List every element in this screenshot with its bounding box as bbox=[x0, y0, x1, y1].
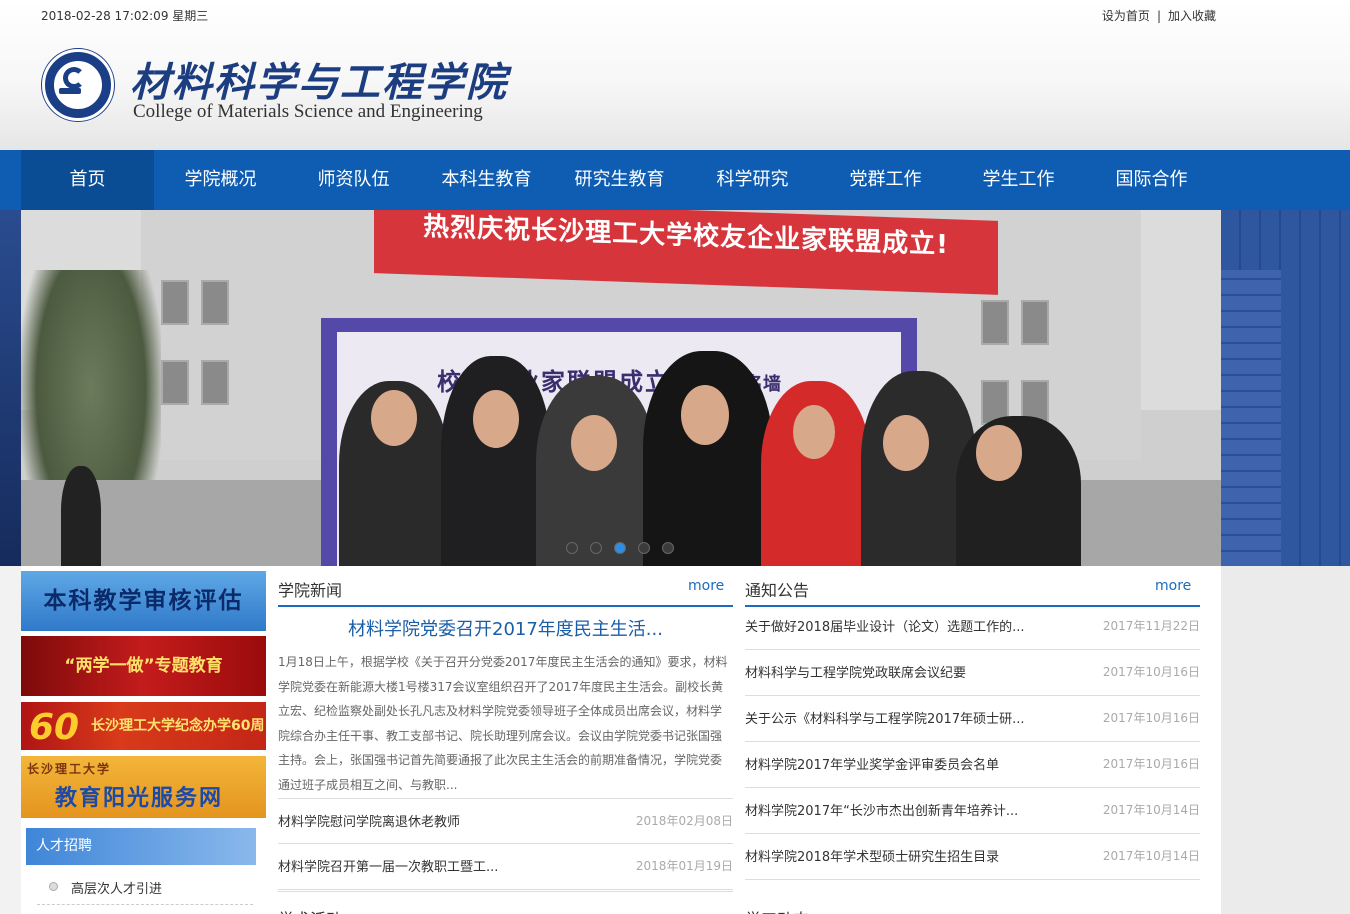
talent-recruitment-heading[interactable]: 人才招聘 bbox=[26, 828, 256, 865]
notice-item-title: 材料学院2018年学术型硕士研究生招生目录 bbox=[745, 850, 1000, 865]
slider-dot-1[interactable] bbox=[566, 542, 578, 554]
banner-slider[interactable]: 热烈庆祝长沙理工大学校友企业家联盟成立! 校友企业家联盟成立大会 签名墙 bbox=[0, 210, 1350, 566]
featured-news-title[interactable]: 材料学院党委召开2017年度民主生活... bbox=[278, 615, 733, 641]
site-header: 2018-02-28 17:02:09 星期三 设为首页 | 加入收藏 材料科学与工… bbox=[0, 0, 1350, 150]
talent-divider bbox=[37, 904, 253, 905]
news-list-item[interactable]: 材料学院慰问学院离退休老教师 2018年02月08日 bbox=[278, 798, 733, 844]
news-item-date: 2018年01月19日 bbox=[635, 859, 733, 873]
banner-left-edge bbox=[0, 210, 21, 566]
notice-item-title: 关于做好2018届毕业设计（论文）选题工作的... bbox=[745, 620, 1025, 635]
notice-item-date: 2017年10月16日 bbox=[1102, 757, 1200, 771]
notice-list-item[interactable]: 关于做好2018届毕业设计（论文）选题工作的... 2017年11月22日 bbox=[745, 604, 1200, 650]
notice-list-item[interactable]: 关于公示《材料科学与工程学院2017年硕士研... 2017年10月16日 bbox=[745, 696, 1200, 742]
notice-list-item[interactable]: 材料科学与工程学院党政联席会议纪要 2017年10月16日 bbox=[745, 650, 1200, 696]
sunshine-university-name: 长沙理工大学 bbox=[27, 762, 112, 776]
ad-teaching-assessment[interactable]: 本科教学审核评估 bbox=[21, 571, 266, 631]
news-item-date: 2018年02月08日 bbox=[635, 814, 733, 828]
talent-item-label: 高层次人才引进 bbox=[71, 882, 163, 897]
ad-party-education[interactable]: “两学一做”专题教育 bbox=[21, 636, 266, 696]
notice-item-title: 材料科学与工程学院党政联席会议纪要 bbox=[745, 666, 967, 681]
notice-item-date: 2017年10月16日 bbox=[1102, 665, 1200, 679]
student-affairs-section-title: 学工动态 bbox=[745, 906, 809, 914]
set-homepage-link[interactable]: 设为首页 bbox=[1102, 9, 1150, 23]
anniversary-badge: 60 bbox=[29, 707, 80, 748]
news-underline bbox=[278, 605, 733, 607]
nav-item-faculty[interactable]: 师资队伍 bbox=[287, 150, 420, 210]
notice-list-item[interactable]: 材料学院2017年学业奖学金评审委员会名单 2017年10月16日 bbox=[745, 742, 1200, 788]
link-separator: | bbox=[1156, 9, 1161, 23]
notice-more-link[interactable]: more bbox=[1155, 578, 1191, 594]
main-nav: 首页 学院概况 师资队伍 本科生教育 研究生教育 科学研究 党群工作 学生工作 … bbox=[0, 150, 1350, 210]
talent-item[interactable]: 高层次人才引进 bbox=[45, 878, 162, 897]
news-more-link[interactable]: more bbox=[688, 578, 724, 594]
top-links: 设为首页 | 加入收藏 bbox=[1102, 7, 1216, 24]
slider-dot-2[interactable] bbox=[590, 542, 602, 554]
nav-item-undergraduate[interactable]: 本科生教育 bbox=[420, 150, 553, 210]
nav-item-home[interactable]: 首页 bbox=[21, 150, 154, 210]
nav-item-overview[interactable]: 学院概况 bbox=[154, 150, 287, 210]
slider-dot-5[interactable] bbox=[662, 542, 674, 554]
right-gutter bbox=[1221, 566, 1350, 914]
content-area: 学院新闻 more 材料学院党委召开2017年度民主生活... 1月18日上午，… bbox=[266, 566, 1221, 914]
ad-60th-anniversary[interactable]: 60 长沙理工大学纪念办学60周年 bbox=[21, 702, 266, 750]
nav-item-students[interactable]: 学生工作 bbox=[952, 150, 1085, 210]
notice-item-title: 关于公示《材料科学与工程学院2017年硕士研... bbox=[745, 712, 1025, 727]
notice-item-date: 2017年10月14日 bbox=[1102, 803, 1200, 817]
banner-right-edge bbox=[1221, 210, 1350, 566]
news-list-item[interactable]: 材料学院召开第一届一次教职工暨工... 2018年01月19日 bbox=[278, 844, 733, 890]
notice-item-date: 2017年11月22日 bbox=[1102, 619, 1200, 633]
add-favorite-link[interactable]: 加入收藏 bbox=[1168, 9, 1216, 23]
banner-photo[interactable]: 热烈庆祝长沙理工大学校友企业家联盟成立! 校友企业家联盟成立大会 签名墙 bbox=[21, 210, 1221, 566]
notice-list-item[interactable]: 材料学院2018年学术型硕士研究生招生目录 2017年10月14日 bbox=[745, 834, 1200, 880]
current-datetime: 2018-02-28 17:02:09 星期三 bbox=[41, 9, 209, 23]
academic-section-title: 学术活动 bbox=[278, 906, 342, 914]
news-bottom-divider bbox=[278, 891, 733, 892]
sunshine-label: 教育阳光服务网 bbox=[55, 786, 224, 811]
notice-list-item[interactable]: 材料学院2017年“长沙市杰出创新青年培养计... 2017年10月14日 bbox=[745, 788, 1200, 834]
news-item-title: 材料学院召开第一届一次教职工暨工... bbox=[278, 860, 499, 875]
bullet-icon bbox=[49, 882, 58, 891]
notice-item-date: 2017年10月14日 bbox=[1102, 849, 1200, 863]
university-logo-icon[interactable] bbox=[42, 49, 114, 121]
anniversary-label: 长沙理工大学纪念办学60周年 bbox=[91, 718, 265, 734]
nav-item-party[interactable]: 党群工作 bbox=[819, 150, 952, 210]
news-section-title: 学院新闻 bbox=[278, 581, 343, 600]
nav-item-graduate[interactable]: 研究生教育 bbox=[553, 150, 686, 210]
notice-item-title: 材料学院2017年学业奖学金评审委员会名单 bbox=[745, 758, 1000, 773]
notice-section-title: 通知公告 bbox=[745, 581, 810, 600]
ad-sunshine-service[interactable]: 长沙理工大学 教育阳光服务网 bbox=[21, 756, 266, 818]
slider-dot-3[interactable] bbox=[614, 542, 626, 554]
college-title-cn: 材料科学与工程学院 bbox=[130, 59, 508, 106]
nav-item-international[interactable]: 国际合作 bbox=[1085, 150, 1218, 210]
left-sidebar: 本科教学审核评估 “两学一做”专题教育 60 长沙理工大学纪念办学60周年 长沙… bbox=[21, 566, 266, 914]
notice-item-title: 材料学院2017年“长沙市杰出创新青年培养计... bbox=[745, 804, 1019, 819]
college-title-en: College of Materials Science and Enginee… bbox=[133, 101, 483, 122]
news-item-title: 材料学院慰问学院离退休老教师 bbox=[278, 815, 461, 830]
notice-item-date: 2017年10月16日 bbox=[1102, 711, 1200, 725]
nav-item-research[interactable]: 科学研究 bbox=[686, 150, 819, 210]
featured-news-summary: 1月18日上午，根据学校《关于召开分党委2017年度民主生活会的通知》要求，材料… bbox=[278, 655, 728, 792]
slider-dots bbox=[566, 542, 676, 556]
slider-dot-4[interactable] bbox=[638, 542, 650, 554]
